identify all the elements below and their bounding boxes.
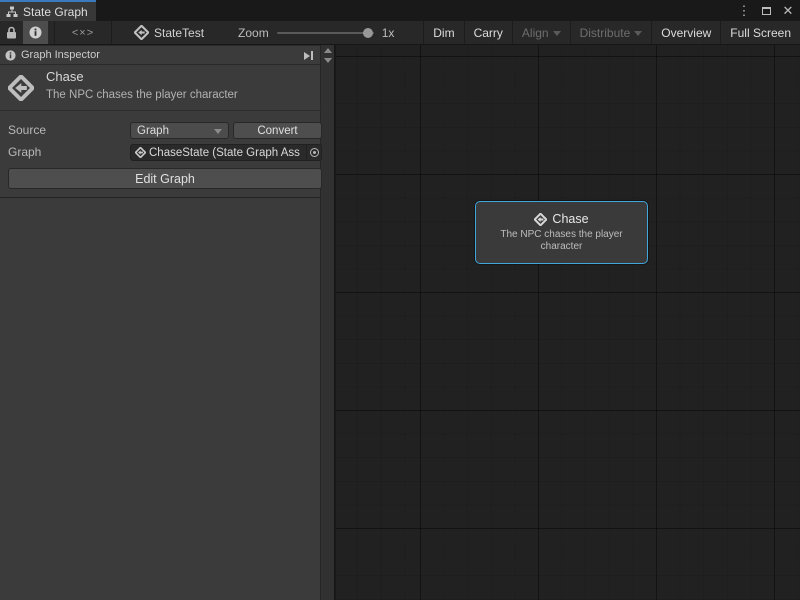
graph-canvas[interactable]: Chase The NPC chases the player characte…: [336, 45, 800, 600]
align-button[interactable]: Align: [512, 21, 570, 44]
source-dropdown[interactable]: Graph: [130, 122, 229, 139]
window-menu-icon[interactable]: ⋮: [736, 3, 752, 19]
lock-button[interactable]: [0, 21, 23, 44]
state-graph-icon: [134, 25, 149, 40]
zoom-value: 1x: [382, 26, 395, 40]
scroll-down-button[interactable]: [321, 55, 335, 65]
object-picker-icon: [310, 148, 319, 157]
node-title: Chase: [552, 212, 588, 226]
graph-hierarchy-icon: [6, 6, 18, 18]
dim-button[interactable]: Dim: [423, 21, 463, 44]
zoom-label: Zoom: [238, 26, 269, 40]
distribute-button[interactable]: Distribute: [570, 21, 652, 44]
state-node-chase[interactable]: Chase The NPC chases the player characte…: [475, 201, 648, 264]
breadcrumb-label: StateTest: [154, 26, 204, 40]
inspector-title: Graph Inspector: [21, 49, 100, 61]
zoom-slider[interactable]: [277, 28, 374, 38]
state-summary: Chase The NPC chases the player characte…: [0, 65, 321, 111]
divider: [0, 197, 321, 198]
graph-label: Graph: [8, 144, 41, 160]
zoom-slider-track[interactable]: [277, 32, 374, 34]
state-description: The NPC chases the player character: [46, 89, 238, 101]
code-view-button[interactable]: <×>: [55, 21, 111, 44]
node-description: The NPC chases the player character: [487, 229, 637, 253]
dock-panel-button[interactable]: [299, 48, 317, 63]
dock-icon: [304, 52, 310, 60]
object-picker-button[interactable]: [306, 145, 321, 160]
source-label: Source: [8, 122, 46, 138]
toolbar: <×> StateTest Zoom 1x Dim Carry: [0, 21, 800, 45]
close-icon[interactable]: ✕: [780, 3, 796, 19]
chevron-down-icon: [634, 31, 642, 36]
triangle-down-icon: [324, 58, 332, 63]
inspector-scrollbar[interactable]: [320, 45, 334, 600]
zoom-slider-thumb[interactable]: [363, 28, 373, 38]
tab-state-graph[interactable]: State Graph: [0, 0, 96, 21]
chevron-down-icon: [553, 31, 561, 36]
overview-button[interactable]: Overview: [651, 21, 720, 44]
title-bar: State Graph ⋮ ✕: [0, 0, 800, 21]
info-icon: [5, 50, 16, 61]
info-icon: [29, 26, 42, 39]
inspector-toggle-button[interactable]: [23, 21, 48, 44]
edit-graph-button[interactable]: Edit Graph: [8, 168, 322, 189]
graph-object-field[interactable]: ChaseState (State Graph Ass: [130, 144, 322, 161]
state-graph-icon: [135, 147, 146, 158]
triangle-up-icon: [324, 48, 332, 53]
state-graph-icon: [8, 75, 34, 101]
state-graph-icon: [534, 213, 547, 226]
graph-inspector-panel: Graph Inspector Chase The NPC chases the…: [0, 45, 335, 600]
state-title: Chase: [46, 69, 84, 84]
carry-button[interactable]: Carry: [464, 21, 512, 44]
full-screen-button[interactable]: Full Screen: [720, 21, 800, 44]
graph-field-value: ChaseState (State Graph Ass: [149, 147, 303, 159]
graph-breadcrumb[interactable]: StateTest: [112, 21, 214, 44]
convert-button[interactable]: Convert: [233, 122, 322, 139]
maximize-icon[interactable]: [758, 3, 774, 19]
chevron-down-icon: [214, 129, 222, 134]
inspector-header: Graph Inspector: [0, 45, 321, 65]
tab-title: State Graph: [23, 5, 88, 19]
scroll-up-button[interactable]: [321, 45, 335, 55]
lock-icon: [6, 26, 17, 39]
